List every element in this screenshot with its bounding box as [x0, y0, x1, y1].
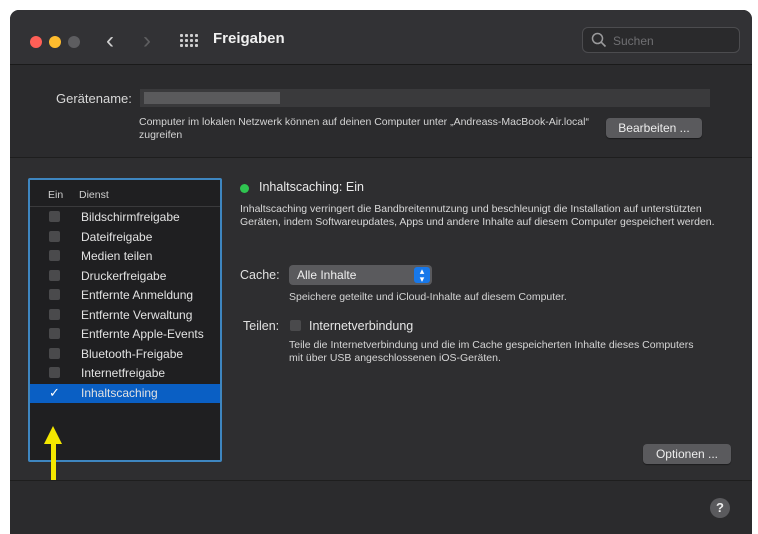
computer-name-section: Gerätename: Computer im lokalen Netzwerk…	[10, 65, 752, 158]
service-checkbox[interactable]	[49, 328, 60, 339]
service-list: Ein Dienst Bildschirmfreigabe Dateifreig…	[28, 178, 222, 462]
updown-chevron-icon: ▴ ▾	[414, 267, 430, 284]
show-all-grid-icon[interactable]	[180, 34, 198, 48]
cache-popup-button[interactable]: Alle Inhalte ▴ ▾	[289, 265, 432, 285]
edit-button[interactable]: Bearbeiten ...	[606, 118, 702, 138]
service-label: Bluetooth-Freigabe	[81, 346, 184, 361]
service-row[interactable]: Entfernte Apple-Events	[30, 325, 220, 344]
internet-connection-checkbox[interactable]	[290, 320, 301, 331]
service-list-header: Ein Dienst	[30, 180, 220, 207]
computer-name-label: Gerätename:	[56, 91, 132, 106]
service-checkbox[interactable]	[49, 367, 60, 378]
search-input[interactable]	[611, 30, 735, 52]
service-label: Entfernte Apple-Events	[81, 327, 204, 341]
back-arrow-icon[interactable]: ‹	[106, 27, 114, 55]
internet-connection-label[interactable]: Internetverbindung	[309, 319, 413, 333]
service-checkbox[interactable]	[49, 289, 60, 300]
computer-name-redaction	[144, 92, 280, 104]
service-description: Inhaltscaching verringert die Bandbreite…	[240, 203, 715, 228]
service-label: Bildschirmfreigabe	[81, 210, 180, 224]
service-label: Inhaltscaching	[81, 385, 158, 400]
service-checkbox[interactable]	[49, 230, 60, 242]
title-bar: ‹ › Freigaben	[10, 10, 752, 65]
service-row[interactable]: Entfernte Anmeldung	[30, 286, 220, 305]
window-title: Freigaben	[213, 30, 285, 47]
annotation-arrow-shaft	[51, 443, 56, 485]
service-label: Dateifreigabe	[81, 229, 153, 244]
service-row[interactable]: Entfernte Verwaltung	[30, 306, 220, 325]
service-checkbox[interactable]	[49, 269, 60, 281]
service-checkbox[interactable]	[49, 250, 60, 261]
service-checkbox[interactable]	[49, 211, 60, 222]
search-field[interactable]	[582, 27, 740, 53]
service-status: Inhaltscaching: Ein	[259, 180, 364, 194]
service-label: Entfernte Anmeldung	[81, 288, 194, 302]
service-label: Internetfreigabe	[81, 366, 166, 380]
options-button[interactable]: Optionen ...	[643, 444, 731, 464]
service-checkbox[interactable]	[49, 308, 60, 320]
service-checkbox[interactable]	[49, 347, 60, 359]
bottom-bar	[10, 481, 752, 534]
service-row[interactable]: Druckerfreigabe	[30, 267, 220, 286]
annotation-arrow-head	[44, 426, 62, 444]
service-checkbox-checked[interactable]: ✓	[49, 386, 60, 399]
service-row[interactable]: Internetfreigabe	[30, 364, 220, 383]
search-icon	[591, 32, 607, 48]
system-preferences-window: ‹ › Freigaben Gerätename: Computer im lo…	[10, 10, 752, 534]
sharing-main-area: Ein Dienst Bildschirmfreigabe Dateifreig…	[10, 158, 752, 534]
service-row[interactable]: Medien teilen	[30, 247, 220, 266]
column-header-service: Dienst	[79, 189, 109, 201]
cache-description: Speichere geteilte und iCloud-Inhalte au…	[289, 291, 567, 303]
service-label: Entfernte Verwaltung	[81, 307, 193, 322]
service-label: Druckerfreigabe	[81, 268, 167, 283]
close-window-button[interactable]	[30, 36, 42, 48]
service-row[interactable]: Dateifreigabe	[30, 228, 220, 247]
cache-popup-value: Alle Inhalte	[297, 268, 357, 282]
cache-label: Cache:	[240, 268, 280, 282]
share-label: Teilen:	[243, 319, 280, 333]
status-indicator-dot	[240, 184, 249, 193]
service-row-selected[interactable]: ✓ Inhaltscaching	[30, 383, 220, 403]
help-button[interactable]: ?	[710, 498, 730, 518]
service-row[interactable]: Bluetooth-Freigabe	[30, 345, 220, 364]
service-label: Medien teilen	[81, 249, 153, 263]
forward-arrow-icon[interactable]: ›	[143, 27, 151, 55]
column-header-on: Ein	[48, 189, 64, 201]
share-description: Teile die Internetverbindung und die im …	[289, 339, 694, 364]
zoom-window-button[interactable]	[68, 36, 80, 48]
minimize-window-button[interactable]	[49, 36, 61, 48]
service-row[interactable]: Bildschirmfreigabe	[30, 208, 220, 227]
computer-name-description: Computer im lokalen Netzwerk können auf …	[139, 116, 589, 141]
